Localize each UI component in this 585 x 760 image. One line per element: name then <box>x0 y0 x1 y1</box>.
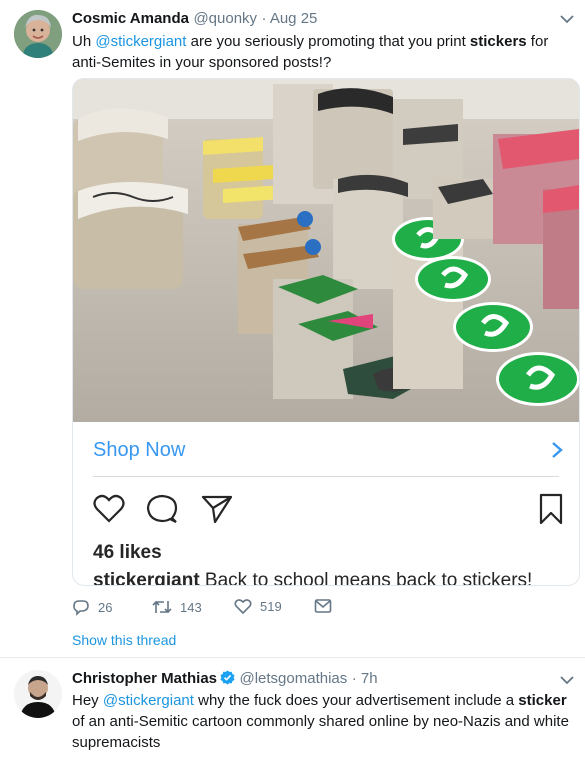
reply-icon <box>73 600 89 616</box>
mail-icon <box>314 599 332 613</box>
user-handle[interactable]: @quonky <box>193 10 257 27</box>
verified-badge-icon <box>220 670 235 685</box>
tweet-text: Hey @stickergiant why the fuck does your… <box>72 690 577 753</box>
shop-now-link[interactable]: Shop Now <box>93 439 185 462</box>
caption-text: Back to school means back to stickers! <box>199 570 533 586</box>
reply-button[interactable]: 26 <box>72 598 112 616</box>
like-button[interactable]: 519 <box>234 598 282 615</box>
tweet-actions: 26 143 519 <box>72 598 552 620</box>
display-name[interactable]: Christopher Mathias <box>72 670 217 687</box>
timestamp[interactable]: · Aug 25 <box>262 10 318 27</box>
text-segment: Hey <box>72 692 103 709</box>
retweet-count: 143 <box>180 599 202 615</box>
mention-link[interactable]: @stickergiant <box>103 692 194 709</box>
avatar-image <box>14 10 62 58</box>
retweet-button[interactable]: 143 <box>152 598 202 616</box>
caption-username[interactable]: stickergiant <box>93 570 200 585</box>
post-caption: stickergiant Back to school means back t… <box>93 570 533 586</box>
likes-count[interactable]: 46 likes <box>93 542 162 564</box>
text-segment: of an anti-Semitic cartoon commonly shar… <box>72 713 569 751</box>
retweet-icon <box>152 600 172 614</box>
sticker-photo[interactable] <box>73 79 579 422</box>
user-handle[interactable]: @letsgomathias <box>239 670 347 687</box>
text-segment: why the fuck does your advertisement inc… <box>193 692 519 709</box>
display-name[interactable]: Cosmic Amanda <box>72 10 189 27</box>
text-segment: are you seriously promoting that you pri… <box>186 33 470 50</box>
avatar-image <box>14 670 62 718</box>
text-segment-bold: sticker <box>518 692 567 709</box>
instagram-card[interactable]: Shop Now 46 likes stickergiant Back to s… <box>72 78 580 586</box>
heart-icon <box>234 599 252 615</box>
show-thread-link[interactable]: Show this thread <box>72 632 176 648</box>
tweet-cosmic-amanda: Cosmic Amanda @quonky · Aug 25 Uh @stick… <box>0 0 585 657</box>
mention-link[interactable]: @stickergiant <box>95 33 186 50</box>
comment-icon[interactable] <box>146 494 178 524</box>
timestamp[interactable]: · 7h <box>352 670 378 687</box>
text-segment: Uh <box>72 33 96 50</box>
text-segment-bold: stickers <box>469 33 527 50</box>
tweet-header: Christopher Mathias @letsgomathias · 7h <box>72 670 378 688</box>
tweet-text: Uh @stickergiant are you seriously promo… <box>72 31 572 73</box>
dm-button[interactable] <box>314 598 340 614</box>
reply-count: 26 <box>98 599 113 615</box>
divider <box>93 476 559 477</box>
chevron-right-icon[interactable] <box>551 441 563 459</box>
tweet-header: Cosmic Amanda @quonky · Aug 25 <box>72 10 317 28</box>
bookmark-icon[interactable] <box>539 493 563 525</box>
avatar[interactable] <box>14 670 62 718</box>
like-count: 519 <box>260 599 282 614</box>
chevron-down-icon[interactable] <box>560 15 574 24</box>
tweet-christopher-mathias: Christopher Mathias @letsgomathias · 7h … <box>0 658 585 760</box>
share-icon[interactable] <box>201 494 233 524</box>
chevron-down-icon[interactable] <box>560 676 574 685</box>
sticker-photo-image <box>73 79 579 422</box>
avatar[interactable] <box>14 10 62 58</box>
heart-icon[interactable] <box>93 494 125 524</box>
